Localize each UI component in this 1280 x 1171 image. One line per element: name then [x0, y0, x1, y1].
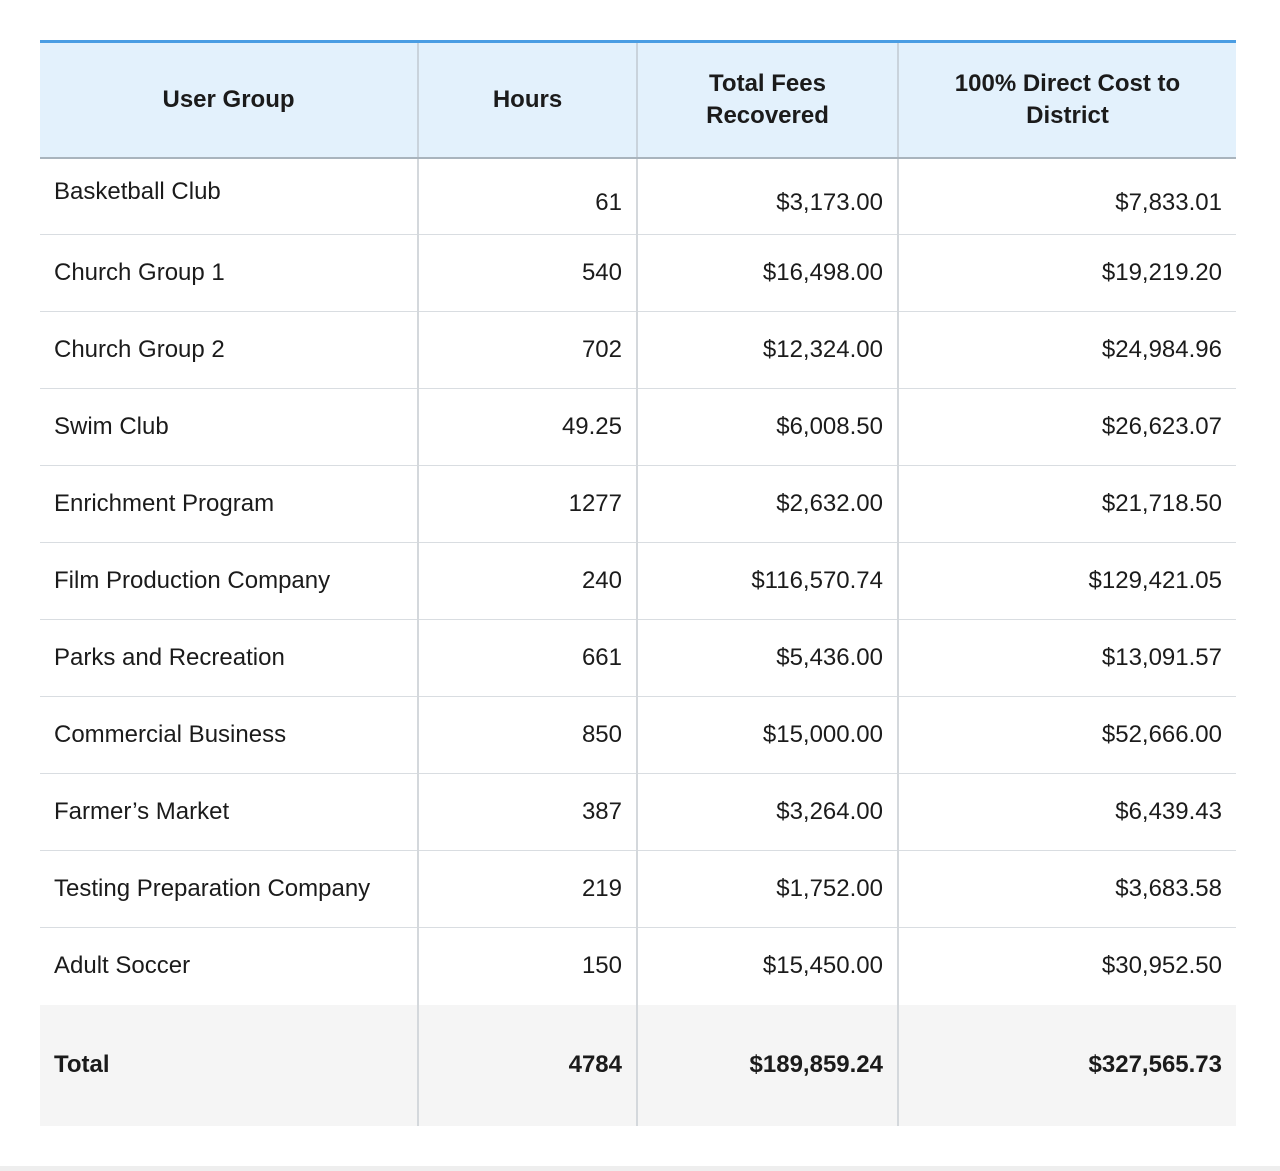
table-row: Church Group 1 540 $16,498.00 $19,219.20 [40, 234, 1236, 312]
cell-total-fees: $116,570.74 [637, 542, 899, 620]
cell-direct-cost: $6,439.43 [898, 773, 1236, 851]
cell-user-group: Church Group 2 [40, 311, 419, 389]
table-header: User Group Hours Total Fees Recovered 10… [40, 40, 1236, 159]
cell-user-group: Parks and Recreation [40, 619, 419, 697]
cell-direct-cost: $26,623.07 [898, 388, 1236, 466]
cell-user-group: Farmer’s Market [40, 773, 419, 851]
cell-direct-cost: $21,718.50 [898, 465, 1236, 543]
cell-hours: 387 [418, 773, 638, 851]
cell-total-fees: $6,008.50 [637, 388, 899, 466]
cell-user-group: Testing Preparation Company [40, 850, 419, 928]
column-header-total-fees-recovered: Total Fees Recovered [637, 40, 899, 159]
cell-direct-cost: $30,952.50 [1101, 952, 1222, 980]
cell-total-fees: $15,450.00 [637, 927, 899, 1005]
cell-hours: 240 [418, 542, 638, 620]
bottom-divider [0, 1166, 1280, 1171]
column-header-user-group: User Group [40, 40, 419, 159]
total-hours: 4784 [418, 1004, 638, 1126]
cell-hours: 702 [418, 311, 638, 389]
table-row: Enrichment Program 1277 $2,632.00 $21,71… [40, 465, 1236, 543]
table-row: Commercial Business 850 $15,000.00 $52,6… [40, 696, 1236, 774]
total-label: Total [40, 1004, 419, 1126]
table-footer: Total 4784 $189,859.24 $327,565.73 [40, 1004, 1236, 1126]
column-header-hours: Hours [418, 40, 638, 159]
cell-hours: 1277 [418, 465, 638, 543]
total-row: Total 4784 $189,859.24 $327,565.73 [40, 1004, 1236, 1126]
cell-total-fees: $2,632.00 [637, 465, 899, 543]
cell-user-group: Commercial Business [40, 696, 419, 774]
cell-hours: 540 [418, 234, 638, 312]
table-row: Parks and Recreation 661 $5,436.00 $13,0… [40, 619, 1236, 697]
cell-total-fees: $5,436.00 [637, 619, 899, 697]
table-body: Basketball Club 61 $3,173.00 $7,833.01 C… [40, 157, 1236, 1005]
cell-user-group: Adult Soccer [40, 927, 419, 1005]
cell-hours: 150 [418, 927, 638, 1005]
cell-user-group: Film Production Company [40, 542, 419, 620]
table-row: Adult Soccer 150 $15,450.00 $30,952.50 [40, 927, 1236, 1005]
cell-direct-cost: $129,421.05 [898, 542, 1236, 620]
cell-direct-cost: $13,091.57 [898, 619, 1236, 697]
cell-hours: 49.25 [418, 388, 638, 466]
cell-total-fees: $12,324.00 [637, 311, 899, 389]
table-row: Film Production Company 240 $116,570.74 … [40, 542, 1236, 620]
cell-total-fees: $16,498.00 [637, 234, 899, 312]
cell-hours: 661 [418, 619, 638, 697]
table-row: Testing Preparation Company 219 $1,752.0… [40, 850, 1236, 928]
cell-hours: 850 [418, 696, 638, 774]
total-direct-cost: $327,565.73 [1088, 1051, 1222, 1078]
cell-user-group: Church Group 1 [40, 234, 419, 312]
fee-recovery-table: User Group Hours Total Fees Recovered 10… [40, 40, 1236, 1126]
cell-direct-cost: $24,984.96 [898, 311, 1236, 389]
cell-total-fees: $15,000.00 [637, 696, 899, 774]
header-row: User Group Hours Total Fees Recovered 10… [40, 40, 1236, 159]
cell-user-group: Swim Club [40, 388, 419, 466]
total-fees-recovered: $189,859.24 [637, 1004, 899, 1126]
table-row: Swim Club 49.25 $6,008.50 $26,623.07 [40, 388, 1236, 466]
cell-hours: 219 [418, 850, 638, 928]
table-row: Church Group 2 702 $12,324.00 $24,984.96 [40, 311, 1236, 389]
cell-direct-cost: $3,683.58 [898, 850, 1236, 928]
cell-total-fees: $1,752.00 [637, 850, 899, 928]
cell-direct-cost: $19,219.20 [898, 234, 1236, 312]
cell-hours: 61 [418, 157, 638, 235]
table-row: Basketball Club 61 $3,173.00 $7,833.01 [40, 157, 1236, 235]
cell-direct-cost: $7,833.01 [898, 157, 1236, 235]
cell-total-fees: $3,264.00 [637, 773, 899, 851]
cell-direct-cost: $52,666.00 [898, 696, 1236, 774]
fee-recovery-table-container: User Group Hours Total Fees Recovered 10… [40, 40, 1236, 1126]
table-row: Farmer’s Market 387 $3,264.00 $6,439.43 [40, 773, 1236, 851]
cell-total-fees: $3,173.00 [637, 157, 899, 235]
column-header-direct-cost: 100% Direct Cost to District [898, 40, 1236, 159]
cell-user-group: Enrichment Program [40, 465, 419, 543]
cell-user-group: Basketball Club [40, 157, 419, 235]
